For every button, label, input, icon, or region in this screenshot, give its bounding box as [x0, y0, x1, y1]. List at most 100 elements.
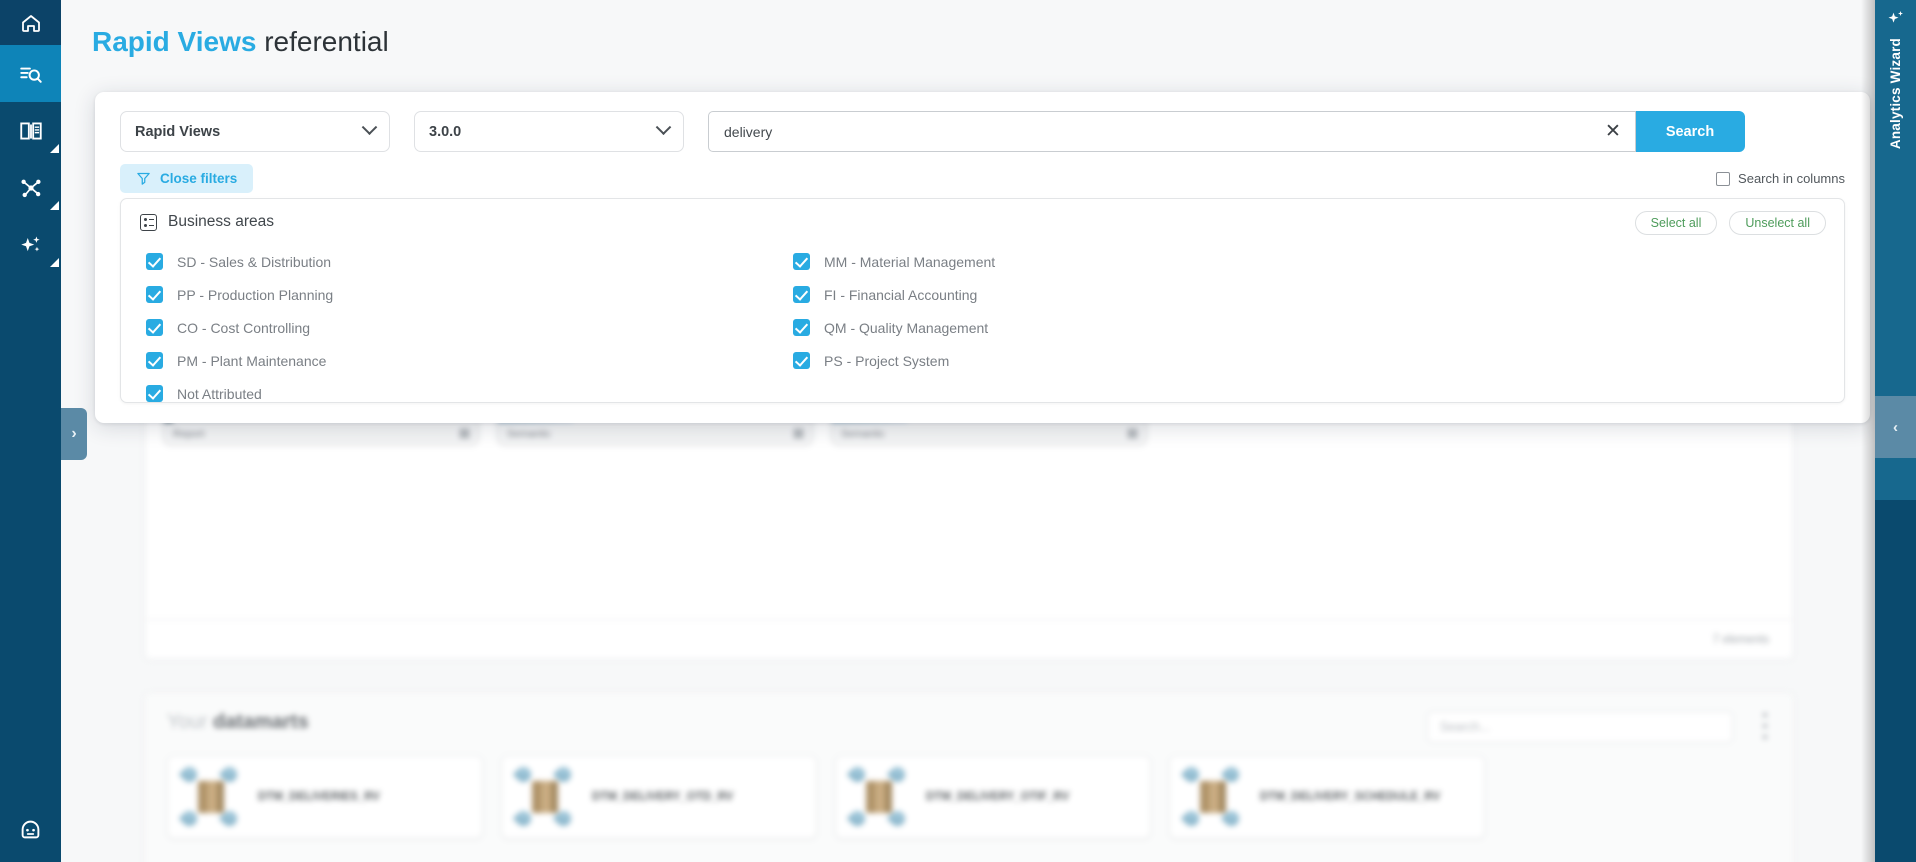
version-select-value: 3.0.0 [429, 123, 462, 140]
checkbox-checked-icon [146, 385, 163, 402]
business-area-label: CO - Cost Controlling [177, 319, 311, 336]
chevron-down-icon [361, 119, 378, 136]
robot-icon [21, 820, 40, 838]
datamart-label: DTM_DELIVERIES_RV [258, 791, 380, 803]
right-rail-shadow [1861, 0, 1875, 862]
sidebar-item-search[interactable] [0, 45, 61, 102]
filters-row: Close filters Search in columns [120, 164, 1845, 193]
select-all-button[interactable]: Select all [1634, 211, 1718, 235]
search-input-value: delivery [724, 123, 773, 140]
datamart-card[interactable]: DTM_DELIVERY_OTIF_RV [835, 755, 1151, 839]
result-card-footer: Report [164, 422, 478, 444]
chevron-down-icon [655, 119, 672, 136]
sidebar-expand-button[interactable]: › [61, 408, 87, 460]
datamart-icon [178, 763, 248, 830]
datamart-label: DTM_DELIVERY_SCHEDULE_RV [1260, 791, 1441, 803]
business-area-label: SD - Sales & Distribution [177, 253, 332, 270]
checkbox-checked-icon [146, 319, 163, 336]
checkbox-checked-icon [793, 286, 810, 303]
business-area-option-qm[interactable]: QM - Quality Management [793, 311, 1655, 344]
close-filters-button[interactable]: Close filters [120, 164, 254, 193]
checkbox-checked-icon [146, 352, 163, 369]
sidebar-item-datamodel[interactable] [0, 159, 61, 216]
datamarts-search-input[interactable]: Search... [1427, 711, 1733, 743]
business-area-label: MM - Material Management [824, 253, 996, 270]
datamart-label: DTM_DELIVERY_OTIF_RV [926, 791, 1070, 803]
datamart-cards-row: DTM_DELIVERIES_RV DTM_DELIVERY_OTD_RV DT… [167, 755, 1485, 839]
search-input-group: delivery ✕ Search [708, 111, 1745, 152]
sidebar-item-documentation[interactable] [0, 102, 61, 159]
checkbox-checked-icon [146, 253, 163, 270]
business-area-option-fi[interactable]: FI - Financial Accounting [793, 278, 1655, 311]
search-in-columns-checkbox[interactable]: Search in columns [1716, 171, 1845, 186]
business-area-option-mm[interactable]: MM - Material Management [793, 245, 1655, 278]
submenu-indicator-icon [50, 201, 59, 210]
results-footer: 7 elements [145, 619, 1793, 659]
grid-icon [794, 429, 803, 438]
datamart-icon [1180, 763, 1250, 830]
search-in-columns-label: Search in columns [1738, 171, 1845, 186]
left-sidebar [0, 0, 61, 862]
close-filters-label: Close filters [160, 171, 238, 186]
sidebar-item-analytics[interactable] [0, 216, 61, 273]
filter-icon [137, 172, 150, 185]
datamart-icon [512, 763, 582, 830]
business-areas-actions: Select all Unselect all [1634, 211, 1826, 235]
checkbox-checked-icon [793, 352, 810, 369]
search-filter-panel: Rapid Views 3.0.0 delivery ✕ Search Clos… [95, 92, 1870, 423]
business-area-option-not-attributed[interactable]: Not Attributed [146, 377, 983, 410]
business-area-label: PP - Production Planning [177, 286, 334, 303]
page-title-accent: Rapid Views [92, 26, 257, 57]
sidebar-assistant[interactable] [0, 804, 61, 854]
business-areas-right-column: MM - Material Management FI - Financial … [793, 245, 1655, 377]
business-area-label: PS - Project System [824, 352, 950, 369]
datamarts-heading-bold: datamarts [212, 711, 309, 733]
datamart-label: DTM_DELIVERY_OTD_RV [592, 791, 734, 803]
business-area-label: PM - Plant Maintenance [177, 352, 327, 369]
close-icon[interactable]: ✕ [1601, 120, 1625, 144]
datamarts-heading-light: Your [167, 711, 213, 733]
search-button[interactable]: Search [1635, 111, 1745, 152]
datamart-icon [846, 763, 916, 830]
grid-icon [460, 429, 469, 438]
grid-icon [1128, 429, 1137, 438]
business-area-option-ps[interactable]: PS - Project System [793, 344, 1655, 377]
sidebar-item-home[interactable] [0, 0, 61, 45]
sparkles-icon [1888, 11, 1903, 23]
more-options-icon[interactable] [1763, 713, 1767, 739]
source-select-value: Rapid Views [135, 123, 221, 140]
unselect-all-button[interactable]: Unselect all [1729, 211, 1826, 235]
checkbox-checked-icon [793, 253, 810, 270]
search-list-icon [19, 67, 42, 83]
business-areas-header: Business areas [140, 213, 274, 231]
datamart-card[interactable]: DTM_DELIVERIES_RV [167, 755, 483, 839]
business-area-label: Not Attributed [177, 385, 262, 402]
right-sidebar-collapse-button[interactable]: ‹ [1875, 396, 1916, 458]
business-areas-card: Business areas Select all Unselect all S… [120, 198, 1845, 403]
datamart-card[interactable]: DTM_DELIVERY_SCHEDULE_RV [1169, 755, 1485, 839]
analytics-wizard-label: Analytics Wizard [1888, 38, 1903, 150]
datamarts-heading: Your datamarts [167, 711, 309, 734]
submenu-indicator-icon [50, 144, 59, 153]
checkbox-checked-icon [793, 319, 810, 336]
source-select[interactable]: Rapid Views [120, 111, 390, 152]
result-card-type: Semantic [841, 427, 885, 440]
business-areas-title: Business areas [168, 213, 274, 230]
result-card-footer: Semantic [832, 422, 1146, 444]
datamarts-search-placeholder: Search... [1440, 720, 1491, 734]
version-select[interactable]: 3.0.0 [414, 111, 684, 152]
book-icon [19, 121, 42, 140]
result-card-type: Report [173, 427, 205, 440]
search-input[interactable]: delivery ✕ [708, 111, 1636, 152]
app-root: RapidViews FISD - 02P Order To Pay Repor… [0, 0, 1916, 862]
home-icon [21, 14, 40, 32]
checkbox-checked-icon [146, 286, 163, 303]
page-title: Rapid Views referential [92, 26, 389, 58]
result-card-type: Semantic [507, 427, 551, 440]
result-card-footer: Semantic [498, 422, 812, 444]
checkbox-box [1716, 171, 1731, 186]
datamart-card[interactable]: DTM_DELIVERY_OTD_RV [501, 755, 817, 839]
business-area-label: QM - Quality Management [824, 319, 989, 336]
page-title-rest: referential [256, 26, 389, 57]
business-area-label: FI - Financial Accounting [824, 286, 978, 303]
